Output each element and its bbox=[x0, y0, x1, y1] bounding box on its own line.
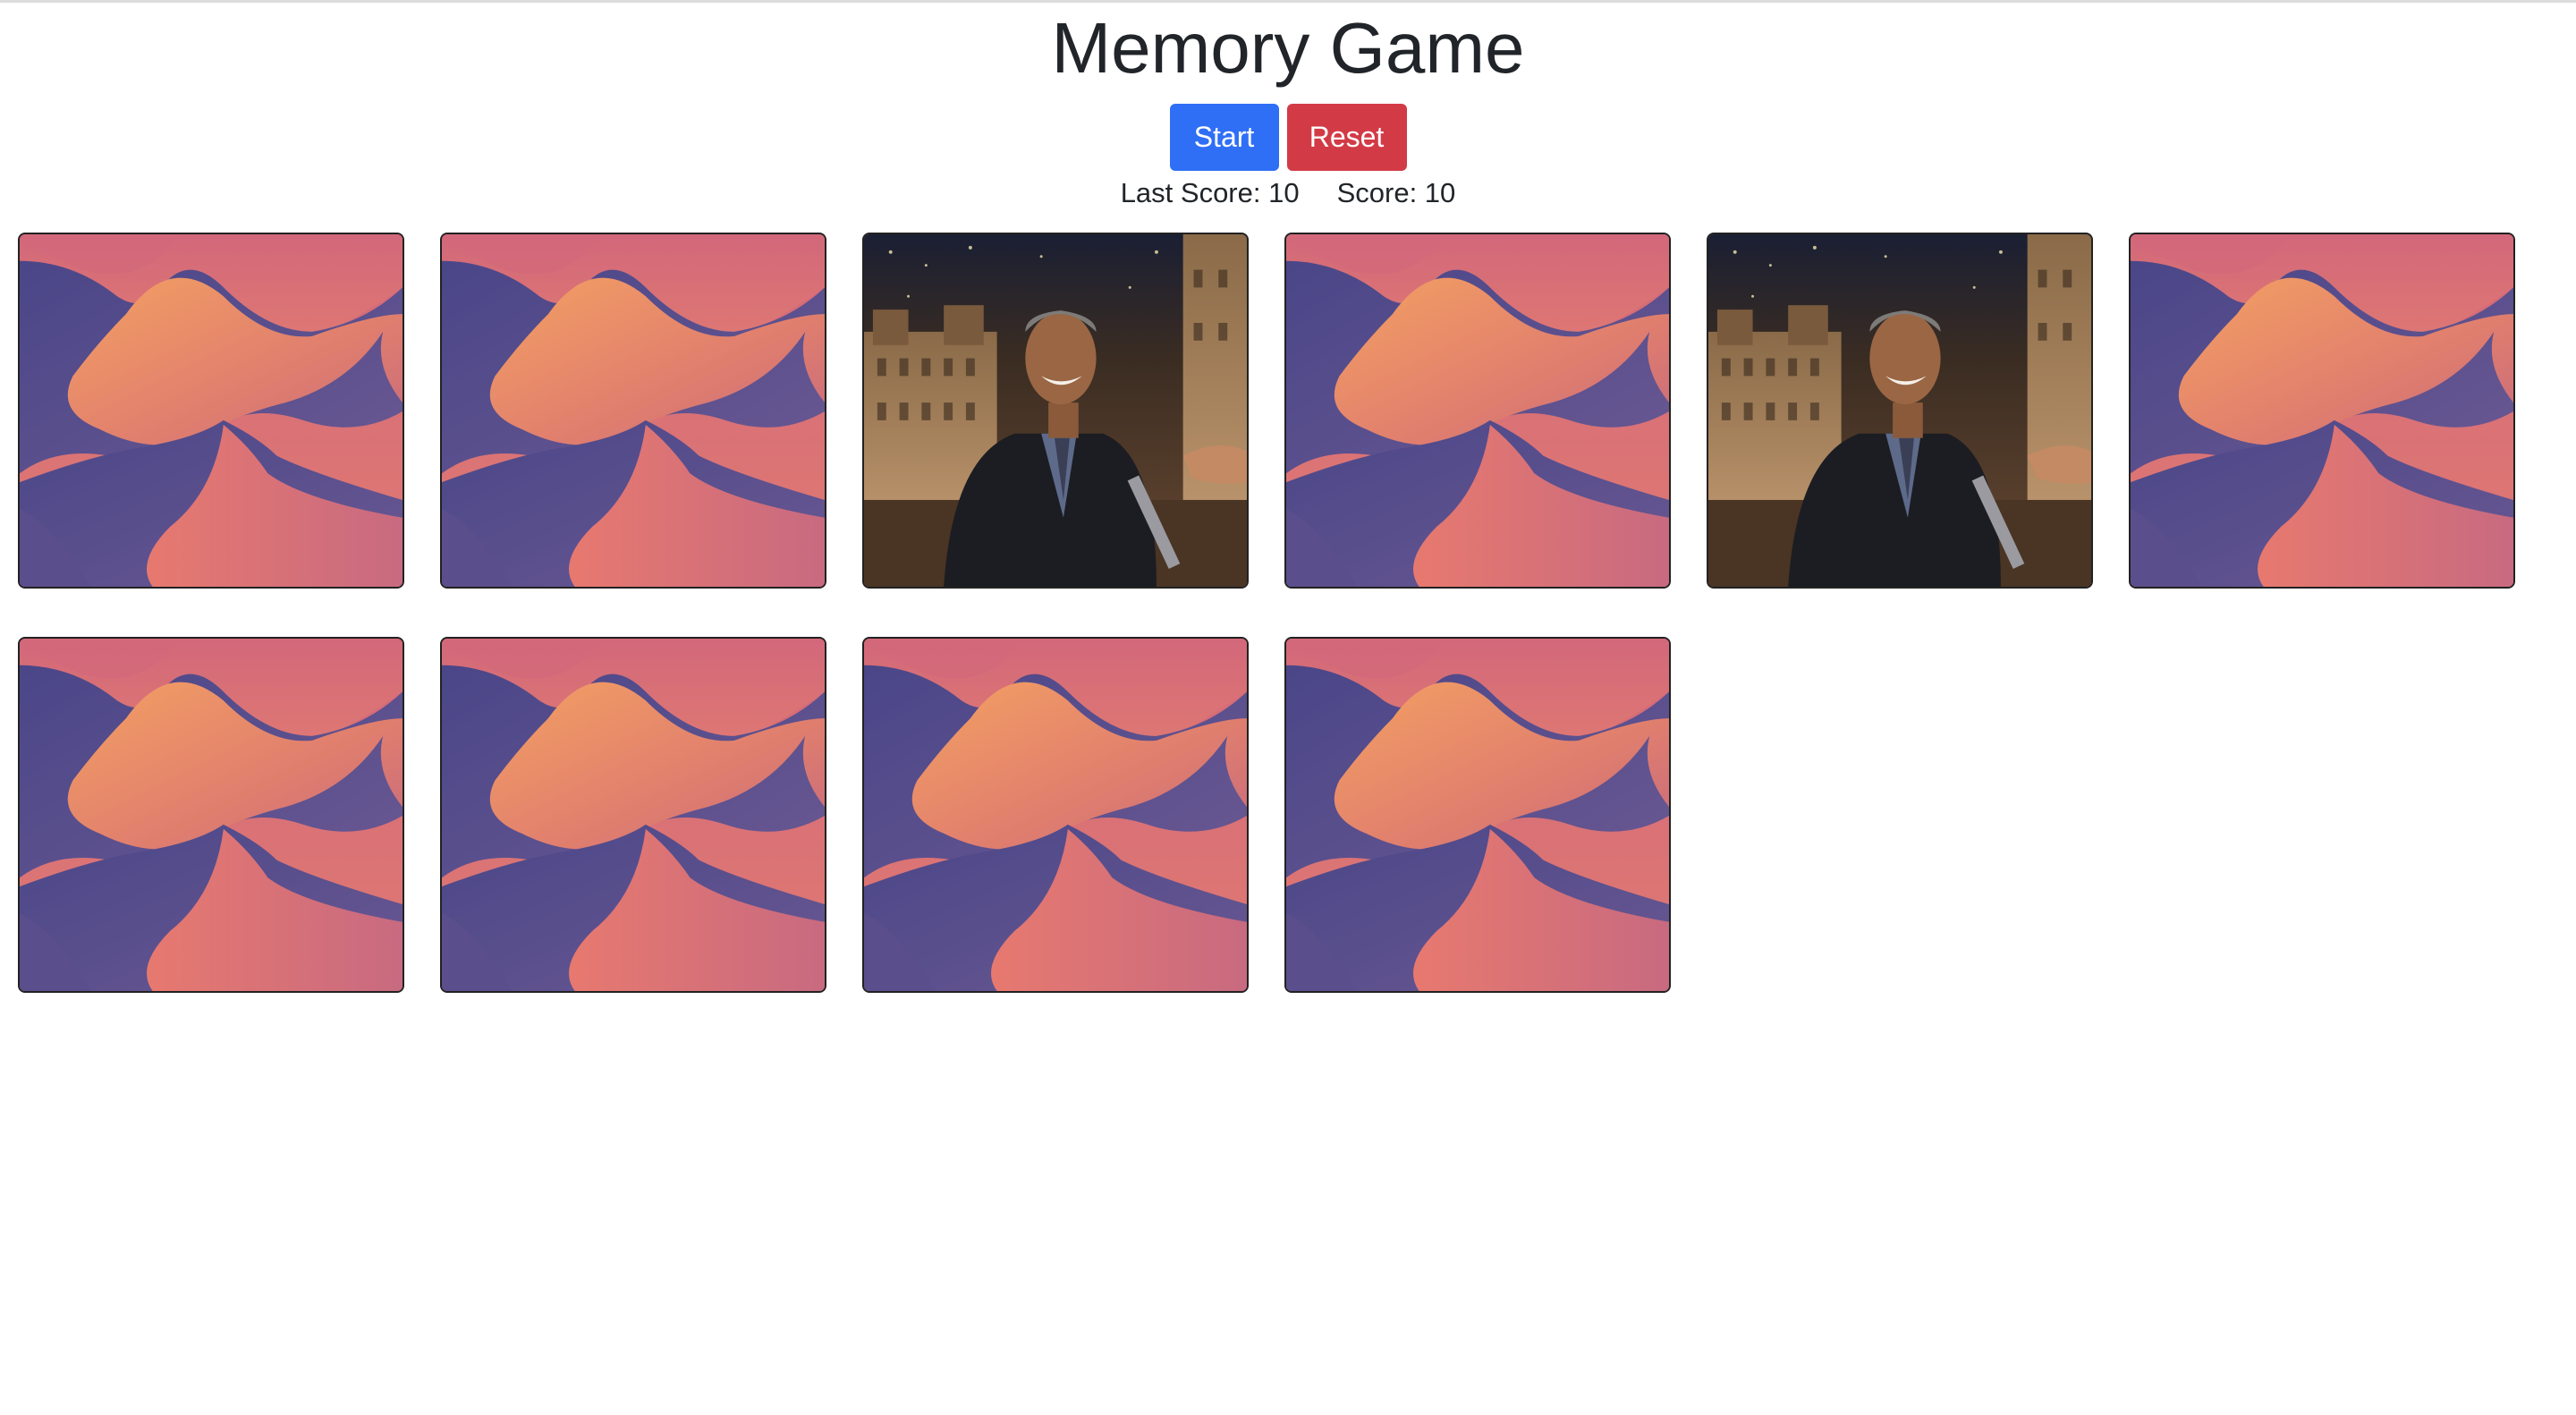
reset-button[interactable]: Reset bbox=[1286, 104, 1407, 171]
memory-card[interactable] bbox=[18, 233, 404, 589]
desert-dunes-image bbox=[1286, 234, 1669, 587]
memory-card[interactable] bbox=[862, 233, 1249, 589]
controls-bar: Start Reset bbox=[0, 104, 2576, 171]
start-button[interactable]: Start bbox=[1169, 104, 1279, 171]
laughing-man-photo bbox=[1708, 234, 2091, 587]
memory-card[interactable] bbox=[440, 233, 826, 589]
current-score: Score: 10 bbox=[1336, 177, 1456, 208]
page-title: Memory Game bbox=[1051, 8, 1525, 88]
desert-dunes-image bbox=[2131, 234, 2513, 587]
desert-dunes-image bbox=[1286, 639, 1669, 991]
top-divider bbox=[0, 0, 2576, 3]
desert-dunes-image bbox=[20, 639, 402, 991]
memory-card[interactable] bbox=[18, 637, 404, 993]
desert-dunes-image bbox=[20, 234, 402, 587]
desert-dunes-image bbox=[864, 639, 1247, 991]
memory-card[interactable] bbox=[440, 637, 826, 993]
desert-dunes-image bbox=[442, 639, 825, 991]
desert-dunes-image bbox=[442, 234, 825, 587]
last-score: Last Score: 10 bbox=[1120, 177, 1300, 208]
memory-card[interactable] bbox=[2129, 233, 2515, 589]
memory-card[interactable] bbox=[862, 637, 1249, 993]
memory-card[interactable] bbox=[1284, 233, 1671, 589]
score-bar: Last Score: 10 Score: 10 bbox=[0, 175, 2576, 211]
memory-card[interactable] bbox=[1284, 637, 1671, 993]
laughing-man-photo bbox=[864, 234, 1247, 587]
memory-card[interactable] bbox=[1707, 233, 2093, 589]
